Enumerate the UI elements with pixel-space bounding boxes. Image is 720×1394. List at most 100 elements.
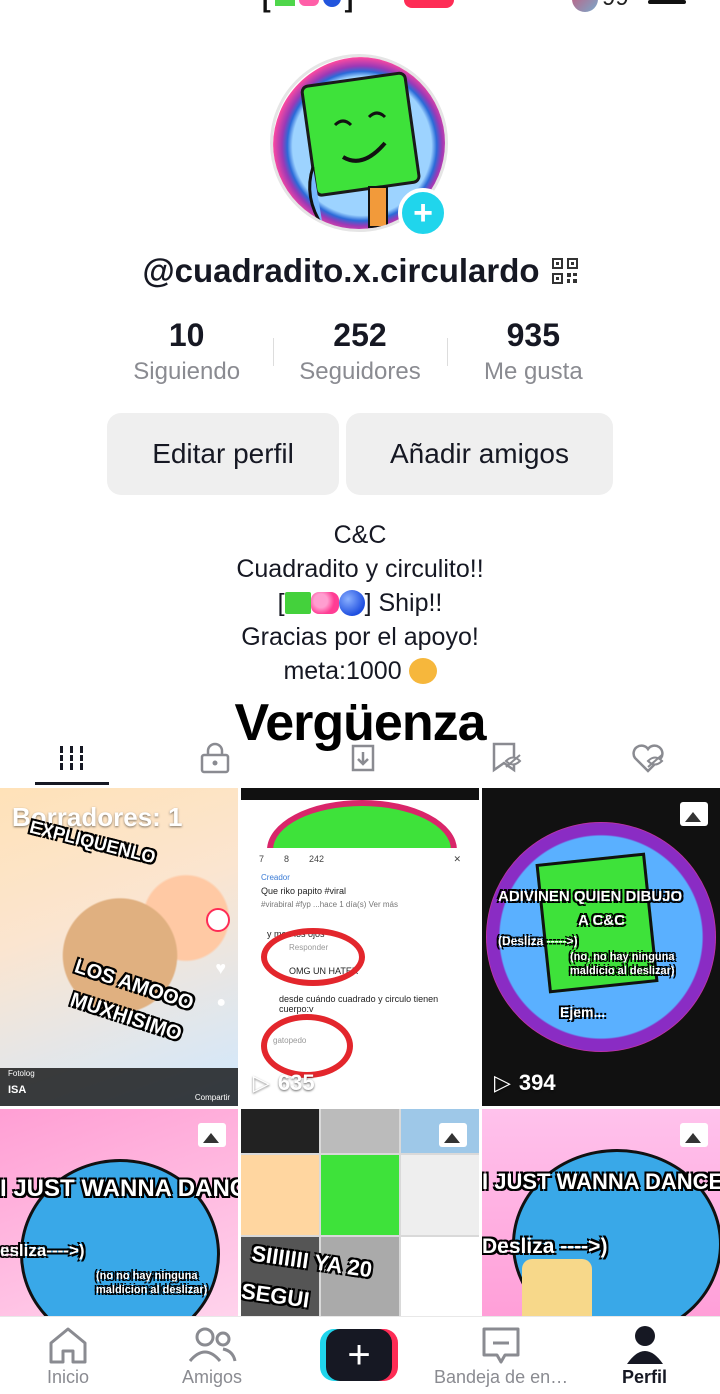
green-square-emoji [284, 592, 311, 614]
top-avatar[interactable] [572, 0, 598, 12]
play-icon: ▷ [253, 1070, 270, 1095]
comment-counts: 7 8 242 ✕ [249, 848, 471, 871]
collage-piece [321, 1155, 399, 1235]
username-row: @cuadradito.x.circulardo [0, 252, 720, 290]
menu-icon[interactable] [648, 0, 686, 4]
collage-piece [401, 1237, 479, 1316]
nav-profile[interactable]: Perfil [622, 1325, 667, 1388]
photo-icon [680, 1123, 708, 1147]
views-value: 394 [518, 1070, 556, 1095]
tile-topbar [241, 788, 479, 800]
hearts-emoji [298, 0, 319, 6]
overlay-sticker-text: Vergüenza [234, 694, 486, 752]
nav-label: Amigos [182, 1367, 243, 1387]
tile-text: (no no hay ninguna maldicion al deslizar… [96, 1270, 208, 1296]
blue-circle-emoji [322, 0, 341, 7]
friends-icon [188, 1327, 237, 1362]
status-strip: [ ] 99 [0, 0, 720, 14]
bio-line: C&C [333, 521, 387, 549]
tile-text: Desliza ---->) [482, 1235, 608, 1258]
live-badge[interactable] [404, 0, 454, 8]
stat-value: 10 [168, 317, 205, 353]
tile-user: ISA [8, 1084, 27, 1096]
nav-label: Bandeja de en… [434, 1367, 569, 1387]
red-circle-annotation [261, 928, 365, 986]
comment-text: desde cuándo cuadrado y circulo tienen c… [279, 994, 439, 1014]
cat-emoji [408, 658, 437, 684]
goal-text: meta:1000 [283, 657, 402, 685]
close-icon: ✕ [453, 854, 461, 864]
play-icon: ▷ [494, 1070, 511, 1095]
bio-line: Cuadradito y circulito!! [236, 555, 484, 583]
top-count: 99 [602, 0, 629, 12]
comment-count: 7 [259, 854, 265, 864]
stat-label: Siguiendo [133, 358, 241, 385]
nav-inbox[interactable]: Bandeja de en… [434, 1325, 568, 1388]
caption-meta: #virabiral #fyp ...hace 1 día(s) Ver más [261, 900, 398, 909]
stat-following[interactable]: 10 Siguiendo [100, 316, 273, 386]
flan-image [522, 1259, 592, 1316]
profile-icon [626, 1326, 663, 1364]
stat-label: Seguidores [299, 358, 421, 385]
collage-piece [241, 1155, 319, 1235]
views-value: 635 [277, 1070, 315, 1095]
nav-label: Inicio [46, 1367, 90, 1387]
photo-icon [680, 802, 708, 826]
stat-label: Me gusta [483, 358, 583, 385]
tile-text: (Desliza ----->) [498, 934, 578, 948]
collage-piece [401, 1155, 479, 1235]
creator-avatar [206, 908, 230, 932]
photo-tile[interactable]: I JUST WANNA DANCE Desliza ---->) [482, 1109, 720, 1316]
bracket: [ [262, 0, 271, 14]
share-label: Compartir [194, 1093, 230, 1102]
photo-icon [198, 1123, 226, 1147]
username: @cuadradito.x.circulardo [142, 252, 540, 289]
edit-profile-button[interactable]: Editar perfil [107, 413, 339, 495]
tile-text: (no, no hay ninguna maldicio al deslizar… [570, 951, 675, 977]
add-friends-button[interactable]: Añadir amigos [346, 413, 613, 495]
bracket: [ [277, 589, 285, 617]
bracket-close: ] [345, 0, 354, 14]
video-grid: Borradores: 1 EXPLIQUENLO LOS AMOOO MUXH… [0, 788, 720, 1316]
photo-tile[interactable]: ADIVINEN QUIEN DIBUJO A C&C (Desliza ---… [482, 788, 720, 1106]
add-story-button[interactable]: + [398, 188, 448, 238]
stat-value: 252 [333, 317, 387, 353]
tile-text: I JUST WANNA DANCE [482, 1169, 720, 1194]
hearts-emoji [310, 592, 339, 614]
view-count: 242 [309, 854, 325, 864]
red-circle-annotation [261, 1014, 353, 1078]
create-button[interactable]: + [320, 1329, 398, 1381]
creator-tag: Creador [261, 873, 290, 882]
bio-line-goal: meta:1000 [0, 654, 720, 688]
caption: Que riko papito #viral [261, 886, 347, 896]
video-tile[interactable]: 7 8 242 ✕ Creador Que riko papito #viral… [241, 788, 479, 1106]
bio: C&C Cuadradito y circulito!! [] Ship!! G… [0, 518, 720, 688]
photo-tile[interactable]: SIIIIIII YA 20 SEGUI [241, 1109, 479, 1316]
tab-active-indicator [35, 782, 109, 785]
nav-friends[interactable]: Amigos [182, 1325, 242, 1388]
tile-text: Ejem... [560, 1004, 606, 1020]
inbox-icon [482, 1327, 520, 1364]
photo-tile[interactable]: I JUST WANNA DANC esliza---->) (no no ha… [0, 1109, 238, 1316]
bio-line-ship: [] Ship!! [0, 586, 720, 620]
view-count: ▷ 635 [253, 1070, 315, 1096]
fotolog-label: Fotolog [8, 1069, 35, 1078]
stats: 10 Siguiendo 252 Seguidores 935 Me gusta [100, 316, 620, 386]
bio-line: Gracias por el apoyo! [241, 623, 479, 651]
collage-piece [241, 1109, 319, 1153]
stat-followers[interactable]: 252 Seguidores [273, 316, 446, 386]
view-count: ▷ 394 [494, 1070, 556, 1096]
comment-icon: ● [216, 994, 226, 1011]
profile-avatar[interactable]: + [270, 54, 450, 238]
nav-label: Perfil [622, 1367, 668, 1387]
photo-icon [439, 1123, 467, 1147]
qr-code-icon[interactable] [551, 258, 578, 284]
home-icon [49, 1327, 87, 1364]
like-count: 8 [284, 854, 290, 864]
stat-likes[interactable]: 935 Me gusta [446, 316, 620, 386]
drafts-tile[interactable]: Borradores: 1 EXPLIQUENLO LOS AMOOO MUXH… [0, 788, 238, 1106]
tile-text: esliza---->) [0, 1241, 85, 1260]
tile-text: ADIVINEN QUIEN DIBUJO [498, 888, 683, 905]
nav-home[interactable]: Inicio [46, 1325, 90, 1388]
heart-icon: ♥ [215, 958, 226, 978]
